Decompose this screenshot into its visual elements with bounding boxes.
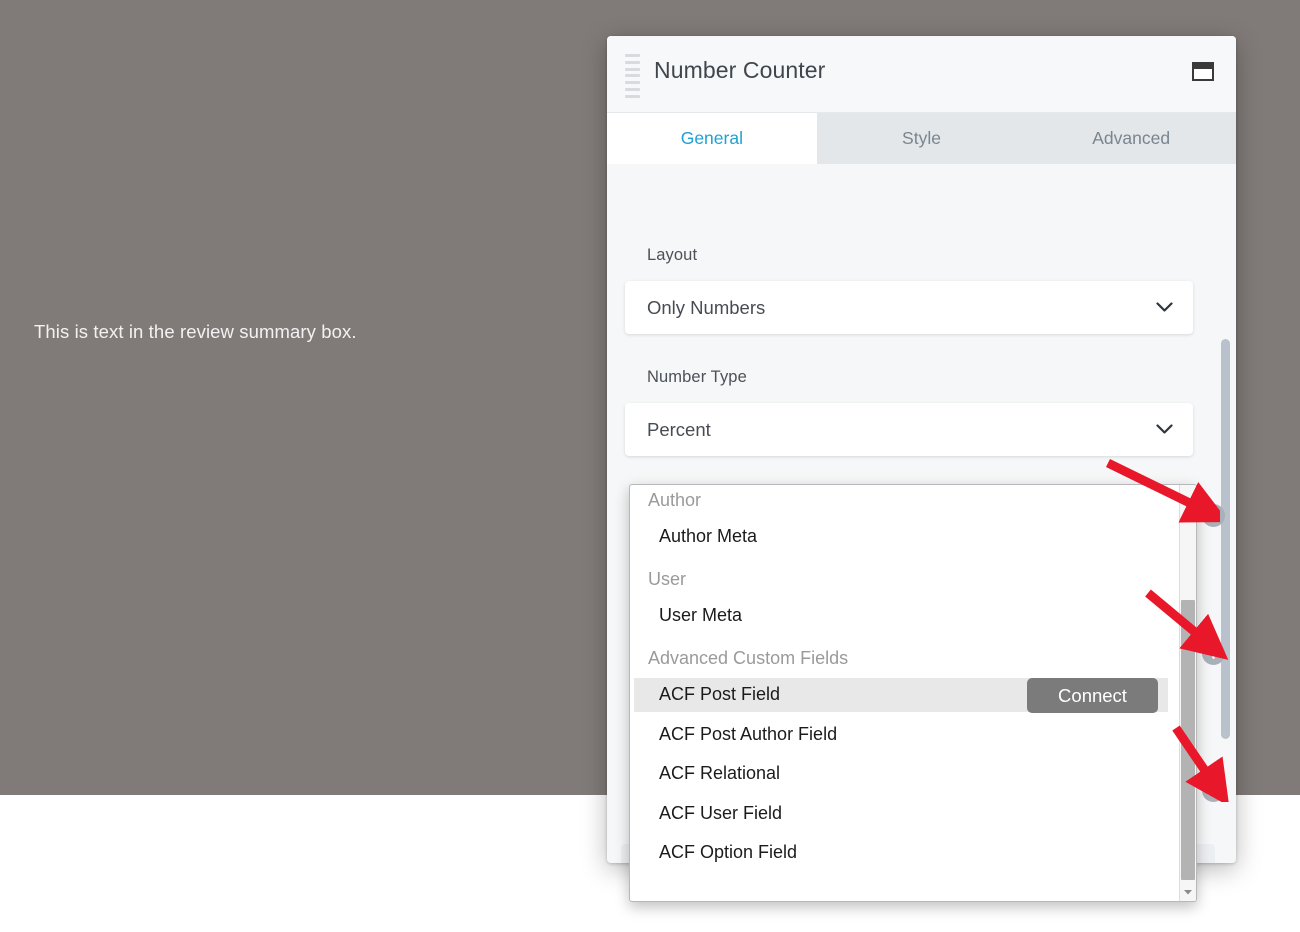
number-type-field-label: Number Type xyxy=(647,368,747,386)
page-title: Number Counter xyxy=(654,57,826,83)
dropdown-item-author-meta[interactable]: Author Meta xyxy=(659,526,757,547)
number-type-select-value: Percent xyxy=(647,418,711,440)
add-item-icon[interactable] xyxy=(1202,642,1225,665)
dropdown-group-author: Author xyxy=(648,490,702,510)
tab-general[interactable]: General xyxy=(607,113,817,164)
review-summary-text: This is text in the review summary box. xyxy=(34,321,357,342)
drag-handle-icon[interactable] xyxy=(625,54,643,98)
panel-tabs: General Style Advanced xyxy=(607,113,1236,164)
number-type-select[interactable]: Percent xyxy=(625,403,1193,456)
tab-style[interactable]: Style xyxy=(817,113,1027,164)
dropdown-scrollbar-thumb[interactable] xyxy=(1181,600,1195,880)
layout-select[interactable]: Only Numbers xyxy=(625,281,1193,334)
panel-scrollbar-thumb[interactable] xyxy=(1221,339,1230,739)
dropdown-item-acf-post-author-field[interactable]: ACF Post Author Field xyxy=(659,724,837,745)
panel-header: Number Counter xyxy=(607,36,1236,113)
window-panel-icon[interactable] xyxy=(1188,58,1218,84)
duplicate-item-icon[interactable] xyxy=(1202,779,1225,802)
chevron-down-icon xyxy=(1156,424,1173,435)
remove-item-icon[interactable] xyxy=(1202,504,1225,527)
dropdown-group-user: User xyxy=(648,569,687,589)
dropdown-item-acf-option-field[interactable]: ACF Option Field xyxy=(659,842,797,863)
dropdown-group-acf: Advanced Custom Fields xyxy=(648,648,849,668)
tab-advanced[interactable]: Advanced xyxy=(1026,113,1236,164)
layout-select-value: Only Numbers xyxy=(647,296,766,318)
dropdown-scrollbar[interactable] xyxy=(1179,485,1196,901)
tab-style-label: Style xyxy=(902,128,941,148)
dropdown-item-acf-relational[interactable]: ACF Relational xyxy=(659,763,780,784)
connect-button[interactable]: Connect xyxy=(1027,678,1158,713)
tab-general-label: General xyxy=(680,128,743,148)
dropdown-item-acf-post-field[interactable]: ACF Post Field xyxy=(659,684,780,705)
tab-advanced-label: Advanced xyxy=(1092,128,1171,148)
layout-field-label: Layout xyxy=(647,246,698,264)
dropdown-item-acf-user-field[interactable]: ACF User Field xyxy=(659,803,782,824)
chevron-down-icon[interactable] xyxy=(1180,884,1196,901)
chevron-down-icon xyxy=(1156,302,1173,313)
connect-button-label: Connect xyxy=(1058,684,1127,706)
dropdown-item-user-meta[interactable]: User Meta xyxy=(659,605,742,626)
